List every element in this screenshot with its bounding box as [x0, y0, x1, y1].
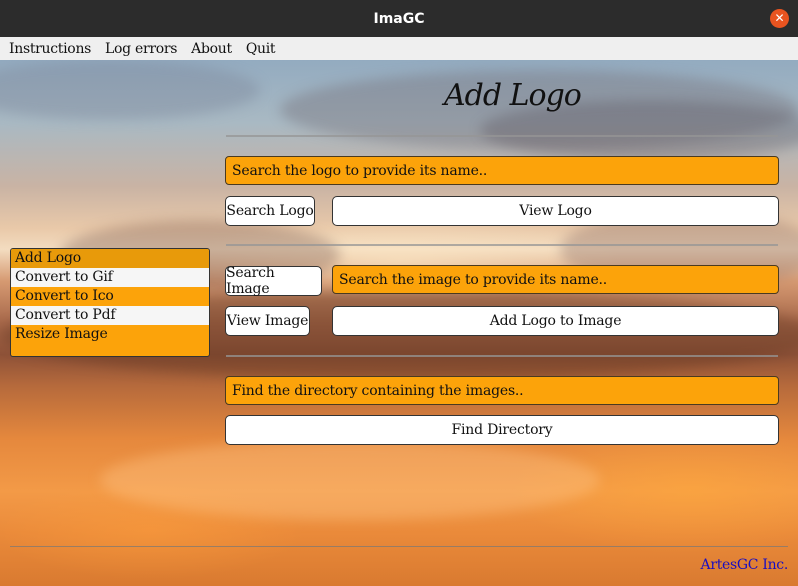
window-title: ImaGC: [373, 10, 425, 27]
divider: [226, 135, 778, 137]
logo-name-field[interactable]: Search the logo to provide its name..: [225, 156, 779, 185]
list-item-convert-pdf[interactable]: Convert to Pdf: [11, 306, 209, 325]
list-item-convert-ico[interactable]: Convert to Ico: [11, 287, 209, 306]
menu-quit[interactable]: Quit: [246, 41, 276, 57]
page-title: Add Logo: [444, 78, 582, 113]
menu-instructions[interactable]: Instructions: [9, 41, 91, 57]
title-bar: ImaGC ✕: [0, 0, 798, 37]
directory-field[interactable]: Find the directory containing the images…: [225, 376, 779, 405]
main-area: Add Logo Search the logo to provide its …: [0, 60, 798, 586]
list-item-convert-gif[interactable]: Convert to Gif: [11, 268, 209, 287]
view-image-button[interactable]: View Image: [225, 306, 310, 336]
add-logo-to-image-button[interactable]: Add Logo to Image: [332, 306, 779, 336]
search-image-button[interactable]: Search Image: [225, 265, 322, 297]
footer-divider: [10, 546, 788, 547]
close-icon[interactable]: ✕: [770, 9, 789, 28]
footer-credit: ArtesGC Inc.: [700, 557, 789, 573]
find-directory-button[interactable]: Find Directory: [225, 415, 779, 445]
list-item-add-logo[interactable]: Add Logo: [11, 249, 209, 268]
menu-about[interactable]: About: [191, 41, 232, 57]
function-list: Add Logo Convert to Gif Convert to Ico C…: [10, 248, 210, 357]
menu-bar: Instructions Log errors About Quit: [0, 37, 798, 60]
divider: [226, 244, 778, 246]
image-name-field[interactable]: Search the image to provide its name..: [332, 265, 779, 294]
divider: [226, 355, 778, 357]
menu-log-errors[interactable]: Log errors: [105, 41, 177, 57]
view-logo-button[interactable]: View Logo: [332, 196, 779, 226]
list-item-resize-image[interactable]: Resize Image: [11, 325, 209, 344]
search-logo-button[interactable]: Search Logo: [225, 196, 315, 226]
